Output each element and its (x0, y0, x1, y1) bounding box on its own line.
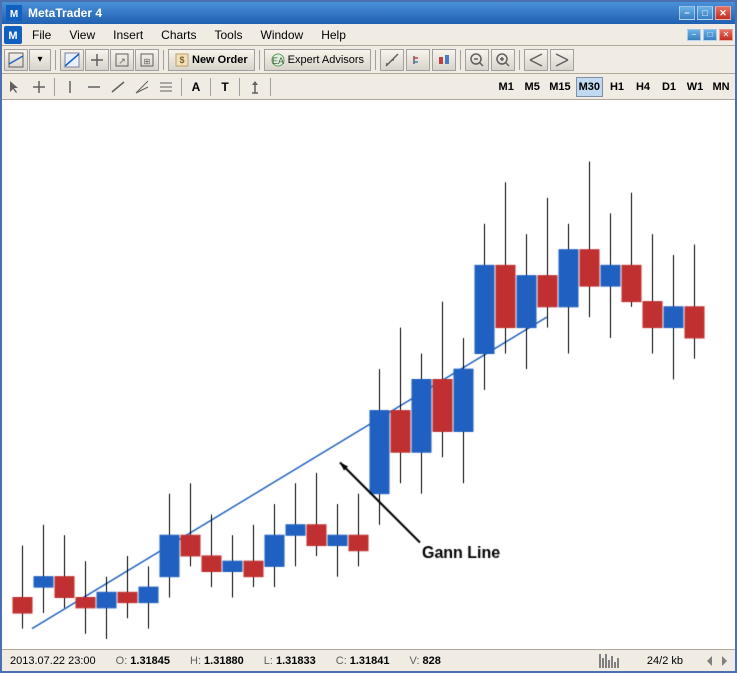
draw-cursor[interactable] (4, 77, 26, 97)
title-text: MetaTrader 4 (28, 6, 102, 20)
sep-4 (375, 50, 376, 70)
toolbar-scroll-left[interactable] (524, 49, 548, 71)
inner-maximize-button[interactable]: □ (703, 29, 717, 41)
svg-text:M: M (8, 30, 17, 42)
toolbar-btn-d[interactable]: ⊞ (135, 49, 159, 71)
status-close: C: 1.31841 (336, 655, 390, 667)
draw-sep-5 (270, 78, 271, 96)
main-toolbar: ▾ ↗ ⊞ $ New Order EA Expert Advisors (2, 46, 735, 74)
svg-text:⊞: ⊞ (144, 57, 151, 66)
title-bar: M MetaTrader 4 − □ ✕ (2, 2, 735, 24)
timeframe-m1[interactable]: M1 (494, 77, 518, 97)
menu-view[interactable]: View (61, 26, 103, 44)
status-low-value: 1.31833 (276, 655, 316, 667)
toolbar-chart-type-3[interactable] (432, 49, 456, 71)
timeframe-d1[interactable]: D1 (657, 77, 681, 97)
toolbar-zoom-in[interactable] (491, 49, 515, 71)
toolbar-group-1: ▾ (4, 49, 51, 71)
minimize-button[interactable]: − (679, 6, 695, 20)
draw-trend-line[interactable] (107, 77, 129, 97)
timeframe-m30[interactable]: M30 (576, 77, 603, 97)
app-menu-logo: M (4, 26, 22, 44)
expert-advisors-label: Expert Advisors (288, 54, 364, 66)
toolbar-new-chart[interactable] (4, 49, 28, 71)
draw-vertical-line[interactable] (59, 77, 81, 97)
chart-wrapper: 2013.07.22 23:00 O: 1.31845 H: 1.31880 L… (2, 100, 735, 671)
sep-5 (460, 50, 461, 70)
status-volume-value: 828 (423, 655, 441, 667)
new-order-label: New Order (192, 54, 248, 66)
draw-text-label[interactable]: T (215, 77, 235, 97)
draw-text[interactable]: A (186, 77, 206, 97)
status-low: L: 1.31833 (264, 655, 316, 667)
maximize-button[interactable]: □ (697, 6, 713, 20)
svg-text:EA: EA (272, 56, 284, 66)
menu-help[interactable]: Help (313, 26, 354, 44)
timeframe-h4[interactable]: H4 (631, 77, 655, 97)
menu-bar: M File View Insert Charts Tools Window H… (2, 24, 735, 46)
svg-text:$: $ (179, 55, 184, 65)
toolbar-chart-type-1[interactable] (380, 49, 404, 71)
draw-sep-3 (210, 78, 211, 96)
scroll-indicator (707, 656, 727, 666)
app-window: M MetaTrader 4 − □ ✕ M File View Insert … (0, 0, 737, 673)
toolbar-btn-c[interactable]: ↗ (110, 49, 134, 71)
toolbar-scroll-right[interactable] (550, 49, 574, 71)
status-datetime: 2013.07.22 23:00 (10, 655, 96, 667)
sep-1 (55, 50, 56, 70)
status-high-label: H: (190, 655, 201, 667)
menu-window[interactable]: Window (253, 26, 312, 44)
svg-text:M: M (10, 9, 18, 20)
status-low-label: L: (264, 655, 273, 667)
sep-2 (163, 50, 164, 70)
timeframe-w1[interactable]: W1 (683, 77, 707, 97)
draw-horizontal-line[interactable] (83, 77, 105, 97)
inner-minimize-button[interactable]: − (687, 29, 701, 41)
status-open-label: O: (116, 655, 128, 667)
draw-sep-2 (181, 78, 182, 96)
menu-file[interactable]: File (24, 26, 59, 44)
draw-sep-4 (239, 78, 240, 96)
status-open: O: 1.31845 (116, 655, 170, 667)
sep-3 (259, 50, 260, 70)
status-close-label: C: (336, 655, 347, 667)
status-volume-label: V: (410, 655, 420, 667)
timeframe-mn[interactable]: MN (709, 77, 733, 97)
inner-close-button[interactable]: ✕ (719, 29, 733, 41)
toolbar-btn-a[interactable] (60, 49, 84, 71)
menu-insert[interactable]: Insert (105, 26, 151, 44)
status-volume: V: 828 (410, 655, 441, 667)
toolbar-chart-type-2[interactable] (406, 49, 430, 71)
expert-advisors-button[interactable]: EA Expert Advisors (264, 49, 371, 71)
title-bar-controls: − □ ✕ (679, 6, 731, 20)
status-bar: 2013.07.22 23:00 O: 1.31845 H: 1.31880 L… (2, 649, 735, 671)
volume-bars-icon (599, 654, 619, 668)
timeframe-m15[interactable]: M15 (546, 77, 573, 97)
toolbar-group-2: ↗ ⊞ (60, 49, 159, 71)
status-high: H: 1.31880 (190, 655, 244, 667)
toolbar-zoom-out[interactable] (465, 49, 489, 71)
draw-sep-1 (54, 78, 55, 96)
status-size: 24/2 kb (647, 655, 683, 667)
app-icon: M (6, 5, 22, 21)
sep-6 (519, 50, 520, 70)
drawing-toolbar: A T M1 M5 M15 M30 H1 H4 D1 W1 MN (2, 74, 735, 100)
toolbar-btn-b[interactable] (85, 49, 109, 71)
status-high-value: 1.31880 (204, 655, 244, 667)
timeframe-h1[interactable]: H1 (605, 77, 629, 97)
toolbar-dropdown[interactable]: ▾ (29, 49, 51, 71)
draw-arrow[interactable] (244, 77, 266, 97)
draw-crosshair[interactable] (28, 77, 50, 97)
status-close-value: 1.31841 (350, 655, 390, 667)
new-order-button[interactable]: $ New Order (168, 49, 255, 71)
draw-fibonacci[interactable] (155, 77, 177, 97)
draw-gann[interactable] (131, 77, 153, 97)
close-button[interactable]: ✕ (715, 6, 731, 20)
menu-tools[interactable]: Tools (207, 26, 251, 44)
chart-canvas[interactable] (2, 100, 735, 649)
svg-text:↗: ↗ (118, 56, 126, 66)
timeframe-m5[interactable]: M5 (520, 77, 544, 97)
status-open-value: 1.31845 (130, 655, 170, 667)
menu-charts[interactable]: Charts (153, 26, 204, 44)
